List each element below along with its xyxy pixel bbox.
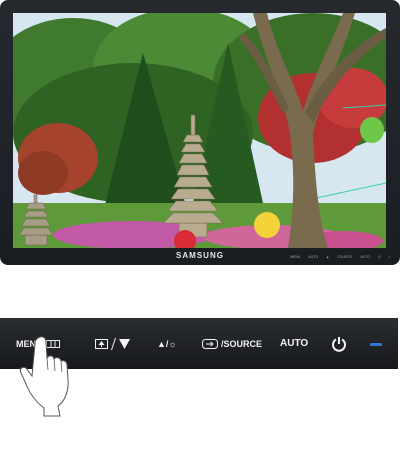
mini-power-label: ⏻ [377, 255, 381, 259]
slash-icon [111, 337, 116, 350]
source-enter-icon [202, 338, 218, 349]
source-button[interactable]: /SOURCE [202, 318, 262, 369]
screen-photo [13, 13, 386, 248]
power-icon [332, 336, 346, 352]
mini-led-label: ▪ [388, 255, 390, 259]
down-arrow-icon [119, 338, 130, 349]
power-button[interactable] [331, 318, 347, 369]
auto-label: AUTO [280, 338, 309, 349]
custom-key-icon [95, 338, 108, 349]
up-brightness-label: ▲/☼ [157, 338, 177, 349]
mini-control-strip: MENU AUTO ▲ SOURCE AUTO ⏻ ▪ [290, 253, 390, 261]
power-led-indicator [370, 343, 382, 346]
custom-down-button[interactable] [95, 318, 130, 369]
mini-auto2-label: AUTO [360, 255, 370, 259]
pointing-hand-illustration [19, 336, 69, 417]
mini-auto-label: AUTO [308, 255, 318, 259]
monitor: SAMSUNG MENU AUTO ▲ SOURCE AUTO ⏻ ▪ [0, 0, 400, 265]
monitor-screen [13, 13, 386, 248]
source-label: /SOURCE [221, 338, 263, 349]
mini-up-label: ▲ [325, 255, 330, 259]
up-brightness-button[interactable]: ▲/☼ [157, 318, 177, 369]
mini-menu-label: MENU [290, 255, 301, 259]
auto-button[interactable]: AUTO [280, 318, 308, 369]
monitor-bottom-bezel: SAMSUNG MENU AUTO ▲ SOURCE AUTO ⏻ ▪ [0, 248, 400, 265]
mini-source-label: SOURCE [337, 255, 353, 259]
